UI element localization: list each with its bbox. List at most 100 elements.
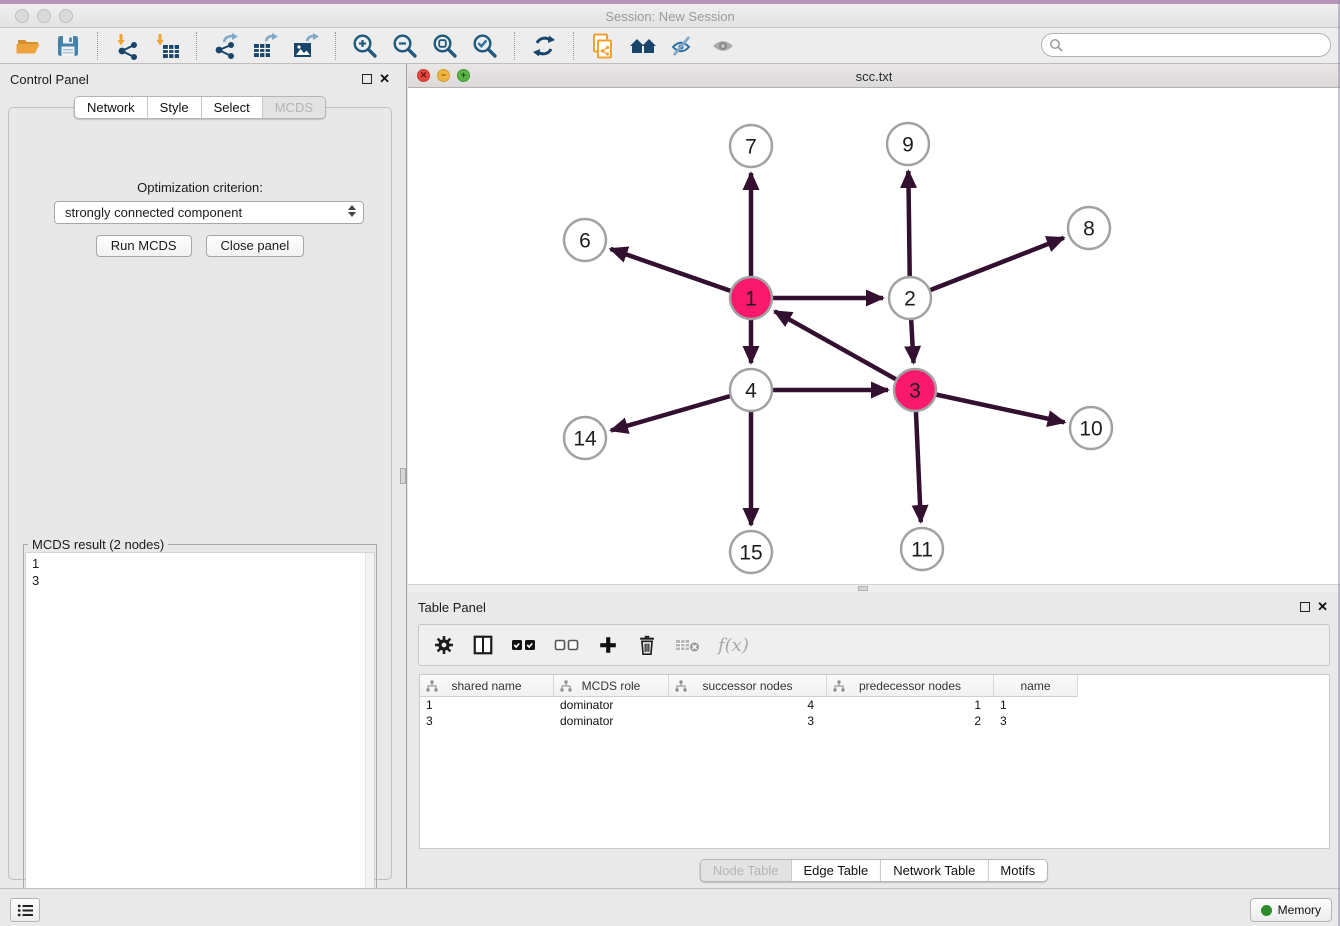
tab-network[interactable]: Network [75, 97, 147, 118]
criterion-value: strongly connected component [65, 205, 242, 220]
edge-2-8[interactable] [910, 238, 1064, 298]
control-panel-close-icon[interactable]: ✕ [379, 72, 390, 85]
tab-network-table[interactable]: Network Table [880, 860, 987, 881]
graph-node-label: 10 [1079, 418, 1102, 441]
list-icon [17, 903, 34, 918]
memory-label: Memory [1278, 903, 1321, 917]
import-network-icon[interactable] [112, 31, 142, 61]
optimization-criterion-label: Optimization criterion: [9, 180, 391, 195]
graph-node-label: 9 [902, 134, 914, 157]
splitter-grip[interactable] [400, 468, 406, 484]
table-row[interactable]: 1dominator411 [420, 697, 1329, 713]
table-cell[interactable]: 2 [827, 713, 994, 729]
toolbar-separator [97, 32, 98, 60]
memory-button[interactable]: Memory [1250, 898, 1332, 922]
table-cell[interactable]: dominator [554, 713, 669, 729]
network-title: scc.txt [408, 69, 1340, 84]
edge-3-1[interactable] [775, 311, 915, 390]
show-column-icon[interactable] [472, 634, 494, 656]
criterion-select[interactable]: strongly connected component [54, 201, 364, 224]
export-image-icon[interactable] [291, 31, 321, 61]
tab-mcds[interactable]: MCDS [262, 97, 325, 118]
zoom-in-icon[interactable] [350, 31, 380, 61]
toolbar-separator [196, 32, 197, 60]
zoom-out-icon[interactable] [390, 31, 420, 61]
tab-edge-table[interactable]: Edge Table [790, 860, 880, 881]
tab-motifs[interactable]: Motifs [987, 860, 1047, 881]
search-input[interactable] [1041, 33, 1331, 57]
tab-style[interactable]: Style [147, 97, 201, 118]
hide-graphics-details-icon[interactable] [668, 31, 698, 61]
table-cell[interactable]: 4 [669, 697, 827, 713]
main-toolbar [0, 28, 1340, 64]
column-header-predecessor-nodes[interactable]: predecessor nodes [827, 675, 994, 697]
show-graphics-details-icon-disabled [708, 31, 738, 61]
table-toolbar: f(x) [418, 624, 1330, 666]
add-column-icon[interactable] [597, 634, 619, 656]
app-title: Session: New Session [0, 9, 1340, 24]
edge-3-10[interactable] [915, 390, 1065, 422]
control-panel-float-icon[interactable] [362, 74, 372, 84]
export-table-icon[interactable] [251, 31, 281, 61]
graph-node-label: 11 [911, 539, 933, 562]
toolbar-separator [514, 32, 515, 60]
vertical-splitter[interactable] [400, 64, 408, 888]
result-scrollbar[interactable] [365, 553, 374, 912]
column-header-shared-name[interactable]: shared name [420, 675, 554, 697]
zoom-fit-icon[interactable] [430, 31, 460, 61]
import-table-icon[interactable] [152, 31, 182, 61]
status-bar: Memory [0, 888, 1340, 926]
delete-column-icon[interactable] [636, 634, 658, 656]
close-panel-button[interactable]: Close panel [206, 235, 305, 257]
column-header-MCDS-role[interactable]: MCDS role [554, 675, 669, 697]
tab-select[interactable]: Select [201, 97, 262, 118]
table-row[interactable]: 3dominator323 [420, 713, 1329, 729]
table-body: 1dominator4113dominator323 [420, 697, 1329, 729]
table-cell[interactable]: 1 [827, 697, 994, 713]
refresh-layout-icon[interactable] [529, 31, 559, 61]
table-cell[interactable]: 3 [420, 713, 554, 729]
node-table: shared nameMCDS rolesuccessor nodesprede… [419, 674, 1330, 849]
mcds-result-group: MCDS result (2 nodes) 1 3 [23, 537, 377, 915]
table-cell[interactable]: dominator [554, 697, 669, 713]
table-cell[interactable]: 1 [994, 697, 1078, 713]
table-panel-close-icon[interactable]: ✕ [1317, 600, 1328, 613]
select-chevrons-icon [348, 205, 356, 217]
open-session-icon[interactable] [13, 31, 43, 61]
new-network-from-selection-icon[interactable] [588, 31, 618, 61]
select-all-checkboxes-icon[interactable] [511, 637, 537, 653]
mcds-panel: Optimization criterion: strongly connect… [8, 107, 392, 880]
graph-node-label: 14 [573, 428, 597, 451]
network-canvas[interactable]: 7968124314101511 [408, 88, 1340, 584]
tab-node-table[interactable]: Node Table [701, 860, 791, 881]
header-filler [1078, 675, 1329, 697]
network-bottom-strip [408, 584, 1340, 592]
export-network-icon[interactable] [211, 31, 241, 61]
search-icon [1049, 38, 1063, 57]
graph-node-label: 4 [745, 380, 757, 403]
zoom-selected-icon[interactable] [470, 31, 500, 61]
control-panel-tabs: NetworkStyleSelectMCDS [74, 96, 326, 119]
graph-node-label: 8 [1083, 218, 1095, 241]
graph-node-label: 15 [739, 542, 762, 565]
mcds-result-title: MCDS result (2 nodes) [28, 537, 168, 552]
column-header-name[interactable]: name [994, 675, 1078, 697]
table-cell[interactable]: 3 [669, 713, 827, 729]
table-cell[interactable]: 3 [994, 713, 1078, 729]
task-history-button[interactable] [10, 898, 40, 922]
table-header-row: shared nameMCDS rolesuccessor nodesprede… [420, 675, 1329, 697]
deselect-all-checkboxes-icon[interactable] [554, 637, 580, 653]
run-mcds-button[interactable]: Run MCDS [96, 235, 192, 257]
graph-node-label: 3 [909, 380, 921, 403]
attribute-icon [426, 680, 438, 695]
table-options-gear-icon[interactable] [433, 634, 455, 656]
column-header-successor-nodes[interactable]: successor nodes [669, 675, 827, 697]
mcds-result-text[interactable]: 1 3 [25, 552, 375, 913]
table-cell[interactable]: 1 [420, 697, 554, 713]
table-panel-title: Table Panel [418, 600, 486, 615]
horizontal-splitter-grip[interactable] [858, 586, 868, 591]
first-neighbors-icon[interactable] [628, 31, 658, 61]
edge-1-6[interactable] [610, 249, 751, 298]
table-panel-float-icon[interactable] [1300, 602, 1310, 612]
save-session-icon[interactable] [53, 31, 83, 61]
